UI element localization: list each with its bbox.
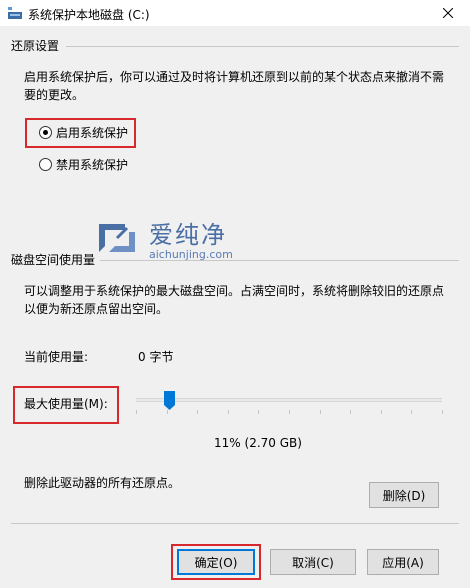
close-button[interactable] (426, 0, 470, 26)
current-usage-value: 0 字节 (138, 350, 174, 364)
watermark-logo-icon (99, 224, 135, 252)
radio-enable-protection[interactable]: 启用系统保护 (39, 124, 128, 141)
max-usage-slider[interactable] (133, 386, 445, 420)
slider-tick (227, 410, 229, 414)
current-usage-label: 当前使用量: (24, 350, 89, 364)
window-title: 系统保护本地磁盘 (C:) (28, 8, 150, 22)
slider-tick (136, 410, 137, 414)
radio-disable-label: 禁用系统保护 (56, 158, 129, 172)
disk-usage-divider (100, 260, 459, 261)
system-protection-icon (8, 7, 22, 19)
cancel-button[interactable]: 取消(C) (270, 549, 356, 575)
slider-tick (289, 410, 290, 414)
delete-button[interactable]: 删除(D) (369, 482, 439, 508)
slider-tick (197, 410, 199, 414)
radio-enable-label: 启用系统保护 (56, 126, 129, 140)
max-usage-label: 最大使用量(M): (24, 397, 108, 411)
max-usage-value: 11% (2.70 GB) (214, 436, 302, 450)
ok-button[interactable]: 确定(O) (177, 549, 255, 575)
delete-restore-points-text: 删除此驱动器的所有还原点。 (24, 476, 181, 490)
radio-disable-protection[interactable]: 禁用系统保护 (39, 156, 128, 173)
slider-track (136, 398, 442, 402)
radio-enable-indicator (39, 126, 52, 139)
disk-usage-label: 磁盘空间使用量 (11, 253, 96, 267)
title-bar: 系统保护本地磁盘 (C:) (0, 0, 470, 26)
slider-tick (319, 410, 321, 414)
bottom-divider (11, 523, 459, 524)
slider-tick (166, 410, 168, 414)
restore-settings-divider (66, 46, 459, 47)
slider-tick (380, 410, 382, 414)
slider-thumb[interactable] (164, 391, 176, 410)
slider-tick (411, 410, 413, 414)
watermark-brand: 爱纯净 (149, 221, 227, 249)
slider-tick (258, 410, 260, 414)
restore-description-line1: 启用系统保护后，你可以通过及时将计算机还原到以前的某个状态点来撤消不需 (24, 70, 445, 84)
restore-settings-label: 还原设置 (11, 39, 60, 53)
disk-description-line2: 以便为新还原点留出空间。 (24, 302, 169, 316)
slider-tick (442, 410, 443, 414)
close-icon (443, 8, 453, 18)
disk-description-line1: 可以调整用于系统保护的最大磁盘空间。占满空间时，系统将删除较旧的还原点 (24, 284, 445, 298)
watermark: 爱纯净 aichunjing.com (95, 215, 233, 261)
radio-disable-indicator (39, 158, 52, 171)
apply-button[interactable]: 应用(A) (367, 549, 439, 575)
slider-tick (350, 410, 352, 414)
restore-description-line2: 要的更改。 (24, 88, 85, 102)
